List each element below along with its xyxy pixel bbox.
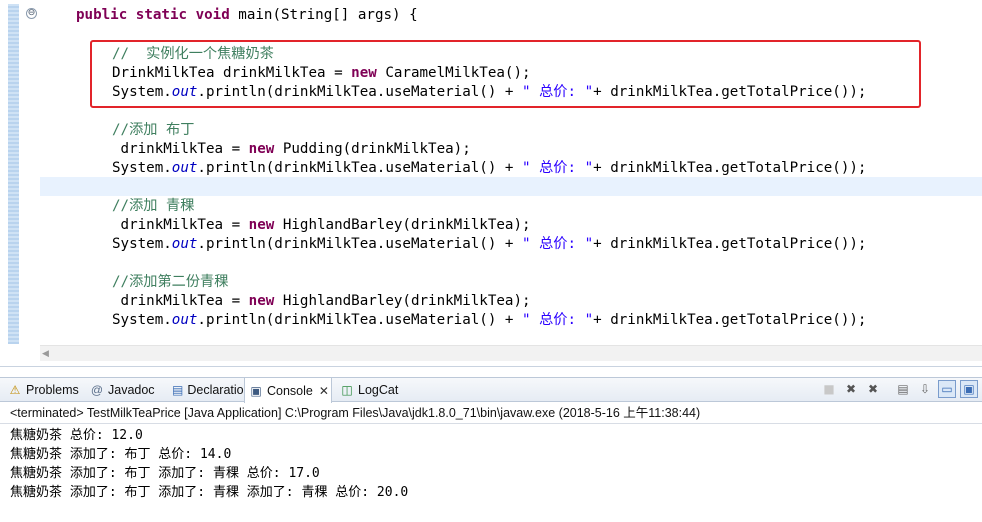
code-token: drinkMilkTea = <box>112 217 249 233</box>
code-token: //添加 <box>112 198 166 214</box>
console-line: 焦糖奶茶 添加了: 布丁 总价: 14.0 <box>10 447 232 462</box>
code-token: " <box>522 160 540 176</box>
fold-collapse-icon[interactable]: ⊖ <box>26 8 37 19</box>
code-token: + drinkMilkTea.getTotalPrice()); <box>593 160 867 176</box>
code-token: " <box>522 236 540 252</box>
code-line[interactable]: System.out.println(drinkMilkTea.useMater… <box>112 235 982 254</box>
code-token: " <box>584 312 594 328</box>
tab-label: Declaration <box>187 383 251 397</box>
code-token: 布丁 <box>166 122 195 138</box>
code-token: System. <box>112 236 172 252</box>
code-token: 总价: <box>539 160 585 176</box>
code-token: out <box>171 236 198 252</box>
code-token: .println(drinkMilkTea.useMaterial() + <box>197 160 523 176</box>
code-token: System. <box>112 160 172 176</box>
code-token: 青稞 <box>166 198 195 214</box>
logcat-icon: ◫ <box>341 383 353 397</box>
code-token: " <box>584 236 594 252</box>
code-token: new <box>248 217 275 233</box>
console-toolbar: ■ ✖ ✖ ▤ ⇩ ▭ ▣ <box>820 380 978 400</box>
tab-logcat[interactable]: ◫ LogCat <box>336 378 408 402</box>
code-line[interactable]: //添加 布丁 <box>112 121 982 140</box>
code-token: new <box>248 293 275 309</box>
code-token: // <box>112 274 130 290</box>
code-line[interactable] <box>112 178 982 197</box>
code-token: Pudding(drinkMilkTea); <box>274 141 471 157</box>
code-line[interactable]: //添加第二份青稞 <box>112 273 982 292</box>
display-console-icon[interactable]: ▣ <box>960 380 978 398</box>
view-tab-bar: ■ ✖ ✖ ▤ ⇩ ▭ ▣ ⚠ Problems @ Javadoc ▤ Declaration ▣ Co… <box>0 377 982 403</box>
code-token: new <box>248 141 275 157</box>
tab-declaration[interactable]: ▤ Declaration <box>168 378 251 402</box>
clear-console-icon[interactable]: ▤ <box>894 380 912 398</box>
horizontal-scrollbar[interactable]: ◀ <box>40 345 982 361</box>
code-token: drinkMilkTea = <box>112 293 249 309</box>
tab-console[interactable]: ▣ Console ✕ <box>244 378 332 403</box>
console-output[interactable]: 焦糖奶茶 总价: 12.0 焦糖奶茶 添加了: 布丁 总价: 14.0 焦糖奶茶 添… <box>0 425 982 522</box>
console-line: 焦糖奶茶 总价: 12.0 <box>10 428 143 443</box>
remove-all-icon[interactable]: ✖ <box>864 380 882 398</box>
code-token: 总价: <box>539 236 585 252</box>
code-token: + drinkMilkTea.getTotalPrice()); <box>593 236 867 252</box>
code-token: System. <box>112 312 172 328</box>
console-line: 焦糖奶茶 添加了: 布丁 添加了: 青稞 添加了: 青稞 总价: 20.0 <box>10 485 409 500</box>
code-line[interactable]: System.out.println(drinkMilkTea.useMater… <box>112 311 982 330</box>
console-line: 焦糖奶茶 添加了: 布丁 添加了: 青稞 总价: 17.0 <box>10 466 320 481</box>
code-token: out <box>171 312 198 328</box>
code-token: drinkMilkTea = <box>112 141 249 157</box>
code-token: " <box>522 312 540 328</box>
code-token: .println(drinkMilkTea.useMaterial() + <box>197 236 523 252</box>
annotation-highlight-box <box>90 40 921 108</box>
code-line[interactable]: //添加 青稞 <box>112 197 982 216</box>
code-token: 添加第二份青稞 <box>129 274 229 290</box>
console-status-line: <terminated> TestMilkTeaPrice [Java Appl… <box>0 402 982 424</box>
code-token: .println(drinkMilkTea.useMaterial() + <box>197 312 523 328</box>
tab-javadoc[interactable]: @ Javadoc <box>86 378 164 402</box>
code-token: public static void <box>76 7 239 23</box>
scroll-left-icon[interactable]: ◀ <box>42 347 49 361</box>
code-token: main(String[] args) { <box>238 7 418 23</box>
code-editor[interactable]: ⊖ public static void main(String[] args)… <box>0 0 982 367</box>
tab-label: LogCat <box>358 383 399 397</box>
code-token: 总价: <box>539 312 585 328</box>
code-line[interactable]: drinkMilkTea = new Pudding(drinkMilkTea)… <box>112 140 982 159</box>
code-token: out <box>171 160 198 176</box>
code-line[interactable]: System.out.println(drinkMilkTea.useMater… <box>112 159 982 178</box>
code-line[interactable]: drinkMilkTea = new HighlandBarley(drinkM… <box>112 292 982 311</box>
problems-icon: ⚠ <box>9 383 21 397</box>
tab-label: Console <box>267 383 313 398</box>
code-line[interactable]: drinkMilkTea = new HighlandBarley(drinkM… <box>112 216 982 235</box>
scroll-lock-icon[interactable]: ⇩ <box>916 380 934 398</box>
declaration-icon: ▤ <box>172 383 184 397</box>
editor-left-margin <box>0 0 8 344</box>
code-token: HighlandBarley(drinkMilkTea); <box>274 217 531 233</box>
code-token: " <box>584 160 594 176</box>
tab-label: Problems <box>26 383 79 397</box>
tab-problems[interactable]: ⚠ Problems <box>4 378 82 402</box>
console-icon: ▣ <box>250 383 262 398</box>
code-token: + drinkMilkTea.getTotalPrice()); <box>593 312 867 328</box>
tab-label: Javadoc <box>108 383 155 397</box>
terminate-icon[interactable]: ■ <box>820 380 838 398</box>
pin-console-icon[interactable]: ▭ <box>938 380 956 398</box>
code-token: HighlandBarley(drinkMilkTea); <box>274 293 531 309</box>
code-line[interactable]: public static void main(String[] args) { <box>76 6 982 25</box>
overview-ruler <box>8 4 19 344</box>
code-token: //添加 <box>112 122 166 138</box>
javadoc-icon: @ <box>90 383 104 397</box>
close-icon[interactable]: ✕ <box>319 384 329 398</box>
remove-launch-icon[interactable]: ✖ <box>842 380 860 398</box>
